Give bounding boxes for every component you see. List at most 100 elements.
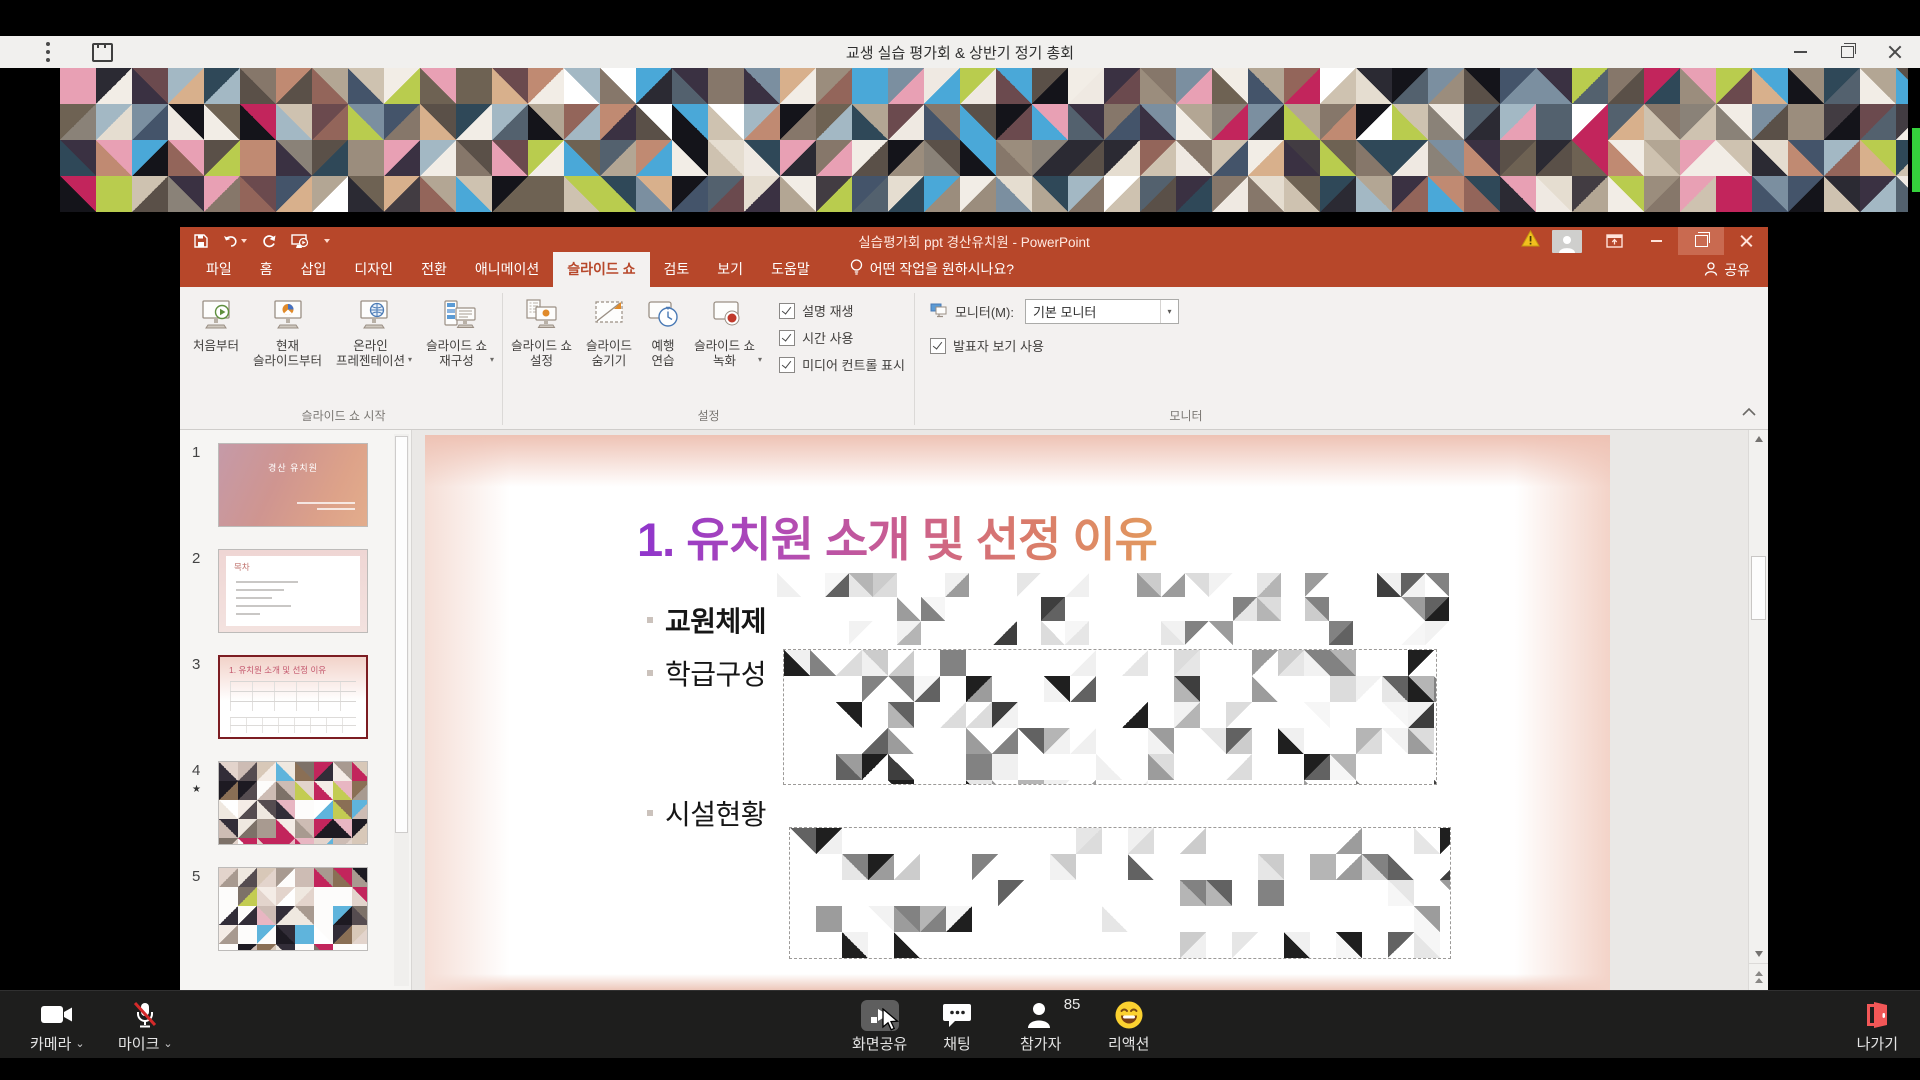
ribbon-group-start-slideshow: 처음부터 현재 슬라이드부터 온라인 프레젠테이션▾ 슬라이드 쇼 재구성▾ 슬…: [186, 289, 501, 429]
chat-button[interactable]: 채팅: [942, 998, 972, 1054]
collapse-ribbon-icon[interactable]: [1742, 403, 1756, 421]
setup-slideshow-button[interactable]: 슬라이드 쇼 설정: [504, 291, 579, 405]
ppt-minimize-button[interactable]: [1634, 227, 1678, 255]
slide-number: 2: [188, 549, 218, 633]
present-online-button[interactable]: 온라인 프레젠테이션▾: [329, 291, 419, 405]
monitor-select[interactable]: 기본 모니터 ▾: [1025, 299, 1179, 324]
redo-icon[interactable]: [262, 234, 276, 248]
participants-button[interactable]: 85 참가자: [1020, 998, 1061, 1054]
tab-transitions[interactable]: 전환: [407, 252, 461, 287]
close-button[interactable]: [1888, 45, 1902, 59]
play-narrations-label: 설명 재생: [802, 301, 853, 320]
record-slideshow-button[interactable]: 슬라이드 쇼 녹화▾: [687, 291, 769, 405]
microphone-label: 마이크: [118, 1033, 159, 1054]
thumbnail-scrollbar[interactable]: [394, 434, 409, 986]
reactions-button[interactable]: 리액션: [1108, 998, 1149, 1054]
rehearse-timings-label: 예행 연습: [652, 339, 675, 369]
share-label: 공유: [1724, 260, 1750, 280]
slide-thumbnail-2[interactable]: 목차: [218, 549, 368, 633]
screen-share-button[interactable]: 화면공유: [852, 998, 907, 1054]
use-presenter-view-label: 발표자 보기 사용: [953, 336, 1044, 355]
present-online-label: 온라인 프레젠테이션: [336, 339, 405, 369]
hide-slide-button[interactable]: 슬라이드 숨기기: [579, 291, 639, 405]
tell-me-box[interactable]: 어떤 작업을 원하시나요?: [850, 259, 1014, 287]
scroll-down-arrow[interactable]: [1749, 945, 1768, 963]
reactions-label: 리액션: [1108, 1033, 1149, 1054]
from-current-slide-button[interactable]: 현재 슬라이드부터: [246, 291, 329, 405]
ribbon-group-monitors: 모니터(M): 기본 모니터 ▾ 발표자 보기 사용 모니터: [916, 289, 1456, 429]
censored-table-region[interactable]: [789, 827, 1451, 959]
ribbon-display-options-icon[interactable]: [1594, 227, 1634, 255]
save-icon[interactable]: [194, 234, 208, 248]
start-slideshow-icon[interactable]: [291, 234, 309, 249]
record-slideshow-label: 슬라이드 쇼 녹화: [694, 339, 755, 369]
tab-slideshow[interactable]: 슬라이드 쇼: [553, 252, 649, 287]
tab-file[interactable]: 파일: [192, 252, 246, 287]
share-button[interactable]: 공유: [1704, 260, 1750, 280]
rehearse-timings-button[interactable]: 예행 연습: [639, 291, 687, 405]
slide-thumbnail-1[interactable]: 경산 유치원: [218, 443, 368, 527]
hide-slide-label: 슬라이드 숨기기: [586, 339, 632, 369]
kebab-menu-icon[interactable]: [46, 40, 50, 64]
qat-customize-caret-icon[interactable]: [324, 239, 330, 243]
leave-meeting-button[interactable]: 나가기: [1857, 998, 1898, 1054]
leave-door-icon: [1864, 998, 1890, 1032]
thumb1-title: 경산 유치원: [219, 461, 367, 474]
select-caret-icon[interactable]: ▾: [1160, 300, 1178, 323]
thumbnail-scrollbar-thumb[interactable]: [395, 436, 408, 833]
tab-insert[interactable]: 삽입: [287, 252, 341, 287]
custom-slideshow-button[interactable]: 슬라이드 쇼 재구성▾: [419, 291, 501, 405]
slide-thumbnail-3-selected[interactable]: 1. 유치원 소개 및 선정 이유: [218, 655, 368, 739]
pixelated-thumbnail: [219, 868, 367, 950]
slide-number: 1: [188, 443, 218, 527]
warning-icon[interactable]: [1521, 230, 1540, 252]
ribbon-group-setup: 슬라이드 쇼 설정 슬라이드 숨기기 예행 연습 슬라이드 쇼 녹화▾ 설명 재…: [504, 289, 913, 429]
undo-dropdown-caret-icon[interactable]: [241, 239, 247, 243]
use-presenter-view-checkbox[interactable]: 발표자 보기 사용: [930, 336, 1450, 355]
tab-view[interactable]: 보기: [703, 252, 757, 287]
powerpoint-title-bar: 실습평가회 ppt 경산유치원 - PowerPoint: [180, 227, 1768, 255]
tab-review[interactable]: 검토: [650, 252, 704, 287]
slide-scrollbar[interactable]: [1748, 430, 1768, 990]
play-narrations-checkbox[interactable]: 설명 재생: [779, 301, 905, 320]
participant-video-strip[interactable]: [60, 68, 1908, 212]
window-layout-icon[interactable]: [92, 43, 113, 62]
camera-icon: [40, 998, 74, 1032]
show-media-controls-checkbox[interactable]: 미디어 컨트롤 표시: [779, 355, 905, 374]
slide-bullet-teacher-system[interactable]: 교원체제: [647, 600, 766, 640]
ppt-close-button[interactable]: [1724, 227, 1768, 255]
scrollbar-track[interactable]: [1749, 448, 1768, 945]
minimize-button[interactable]: [1794, 51, 1807, 53]
slide-thumbnail-4-censored[interactable]: [218, 761, 368, 845]
thumb3-table: [230, 681, 356, 711]
scrollbar-thumb[interactable]: [1751, 556, 1766, 620]
undo-button[interactable]: [223, 235, 247, 248]
camera-dropdown-chevron-icon[interactable]: ⌄: [75, 1037, 84, 1050]
previous-slide-button[interactable]: [1749, 963, 1768, 990]
censored-table-region[interactable]: [783, 649, 1437, 785]
from-beginning-button[interactable]: 처음부터: [186, 291, 246, 405]
restore-button[interactable]: [1841, 46, 1854, 58]
ribbon: 처음부터 현재 슬라이드부터 온라인 프레젠테이션▾ 슬라이드 쇼 재구성▾ 슬…: [180, 287, 1768, 430]
bullet-marker-icon: [647, 670, 653, 676]
thumb2-card: 목차: [226, 556, 360, 626]
tab-help[interactable]: 도움말: [757, 252, 824, 287]
scroll-up-arrow[interactable]: [1749, 430, 1768, 448]
hide-slide-icon: [592, 295, 626, 335]
microphone-button[interactable]: 마이크 ⌄: [118, 998, 173, 1054]
tab-home[interactable]: 홈: [246, 252, 287, 287]
camera-button[interactable]: 카메라⌄: [30, 998, 85, 1054]
slide-thumbnail-5-censored[interactable]: [218, 867, 368, 951]
slide-bullet-facility-status[interactable]: 시설현황: [647, 793, 766, 833]
record-slideshow-icon: [711, 295, 745, 335]
thumb2-line: [236, 613, 260, 615]
tab-animations[interactable]: 애니메이션: [461, 252, 553, 287]
dropdown-caret-icon: ▾: [490, 352, 494, 367]
ppt-restore-button[interactable]: [1678, 227, 1724, 255]
slide-bullet-class-composition[interactable]: 학급구성: [647, 653, 766, 693]
tab-design[interactable]: 디자인: [340, 252, 407, 287]
microphone-dropdown-chevron-icon[interactable]: ⌄: [163, 1037, 172, 1050]
account-avatar[interactable]: [1552, 230, 1582, 253]
slide-title-text[interactable]: 1. 유치원 소개 및 선정 이유: [637, 501, 1157, 570]
use-timings-checkbox[interactable]: 시간 사용: [779, 328, 905, 347]
